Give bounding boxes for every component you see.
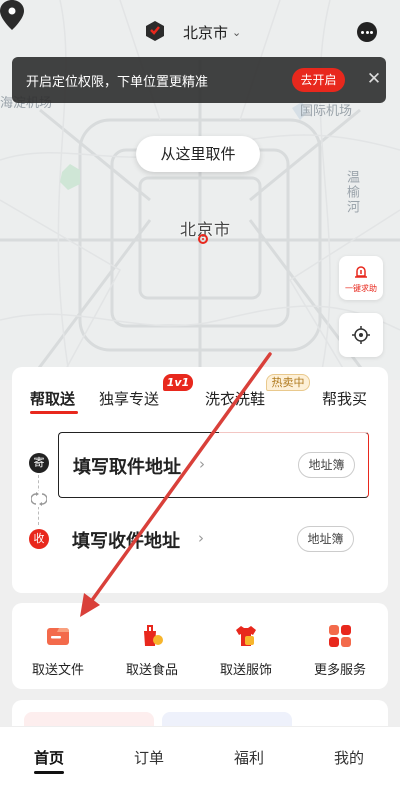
service-clothing[interactable]: 取送服饰: [211, 623, 281, 678]
pickup-address-book-button[interactable]: 地址簿: [298, 452, 355, 478]
badge-hot-selling: 热卖中: [266, 374, 310, 391]
active-nav-indicator: [34, 771, 64, 774]
nav-profile[interactable]: 我的: [319, 747, 379, 768]
top-header: 北京市 ⌄: [0, 0, 400, 62]
locate-button[interactable]: [339, 313, 383, 357]
order-card: 帮取送 独享专送 洗衣洗鞋 帮我买 1v1 热卖中 寄 收 填写取件地址 › 地…: [12, 367, 388, 593]
city-selector[interactable]: 北京市 ⌄: [183, 22, 241, 43]
service-food-label: 取送食品: [125, 663, 178, 678]
service-clothing-label: 取送服饰: [219, 663, 272, 678]
service-more[interactable]: 更多服务: [305, 623, 375, 678]
active-tab-indicator: [30, 411, 78, 414]
receive-marker: 收: [29, 529, 49, 549]
delivery-address-book-button[interactable]: 地址簿: [297, 526, 354, 552]
app-logo-icon: [146, 21, 164, 41]
service-documents[interactable]: 取送文件: [23, 623, 93, 678]
service-documents-label: 取送文件: [31, 663, 84, 678]
service-more-label: 更多服务: [313, 663, 366, 678]
swap-icon[interactable]: [31, 491, 47, 507]
chevron-down-icon: ⌄: [232, 26, 242, 39]
sos-label: 一键求助: [345, 284, 377, 293]
document-icon: [47, 628, 69, 645]
tab-laundry[interactable]: 洗衣洗鞋: [205, 388, 265, 409]
sos-button[interactable]: 一键求助: [339, 256, 383, 300]
nav-orders[interactable]: 订单: [119, 747, 179, 768]
map-label-river: 温榆河: [344, 170, 359, 215]
nav-benefits[interactable]: 福利: [219, 747, 279, 768]
delivery-address-field[interactable]: 填写收件地址 › 地址簿: [58, 507, 369, 573]
service-shortcuts: 取送文件 取送食品 取送服饰 更多服务: [12, 603, 388, 689]
service-tabs: 帮取送 独享专送 洗衣洗鞋 帮我买 1v1 热卖中: [12, 367, 388, 415]
center-target-icon: [198, 234, 208, 244]
nav-home[interactable]: 首页: [19, 747, 79, 768]
alarm-icon: [355, 266, 367, 278]
close-icon[interactable]: ✕: [364, 69, 384, 89]
more-dots-icon[interactable]: [357, 22, 377, 42]
tab-buy-for-me[interactable]: 帮我买: [322, 388, 367, 409]
banner-message: 开启定位权限，下单位置更精准: [26, 75, 209, 90]
clothing-icon: [236, 626, 256, 646]
service-food[interactable]: 取送食品: [117, 623, 187, 678]
food-icon: [144, 625, 163, 646]
pickup-address-label: 填写取件地址: [73, 457, 181, 478]
pickup-address-field[interactable]: 填写取件地址 › 地址簿: [58, 432, 369, 498]
location-permission-banner: 开启定位权限，下单位置更精准 去开启 ✕: [12, 57, 386, 103]
delivery-address-label: 填写收件地址: [72, 531, 180, 552]
bottom-navigation: 首页 订单 福利 我的: [0, 726, 400, 792]
badge-1v1: 1v1: [163, 374, 193, 391]
send-marker: 寄: [29, 453, 49, 473]
tab-pickup-delivery[interactable]: 帮取送: [30, 388, 75, 409]
tab-exclusive[interactable]: 独享专送: [99, 388, 159, 409]
city-name: 北京市: [183, 24, 229, 42]
pickup-here-bubble[interactable]: 从这里取件: [136, 136, 260, 172]
enable-location-button[interactable]: 去开启: [292, 68, 345, 92]
chevron-right-icon: ›: [199, 455, 205, 473]
locate-icon: [352, 326, 370, 344]
grid-icon: [329, 625, 351, 647]
chevron-right-icon: ›: [198, 529, 204, 547]
